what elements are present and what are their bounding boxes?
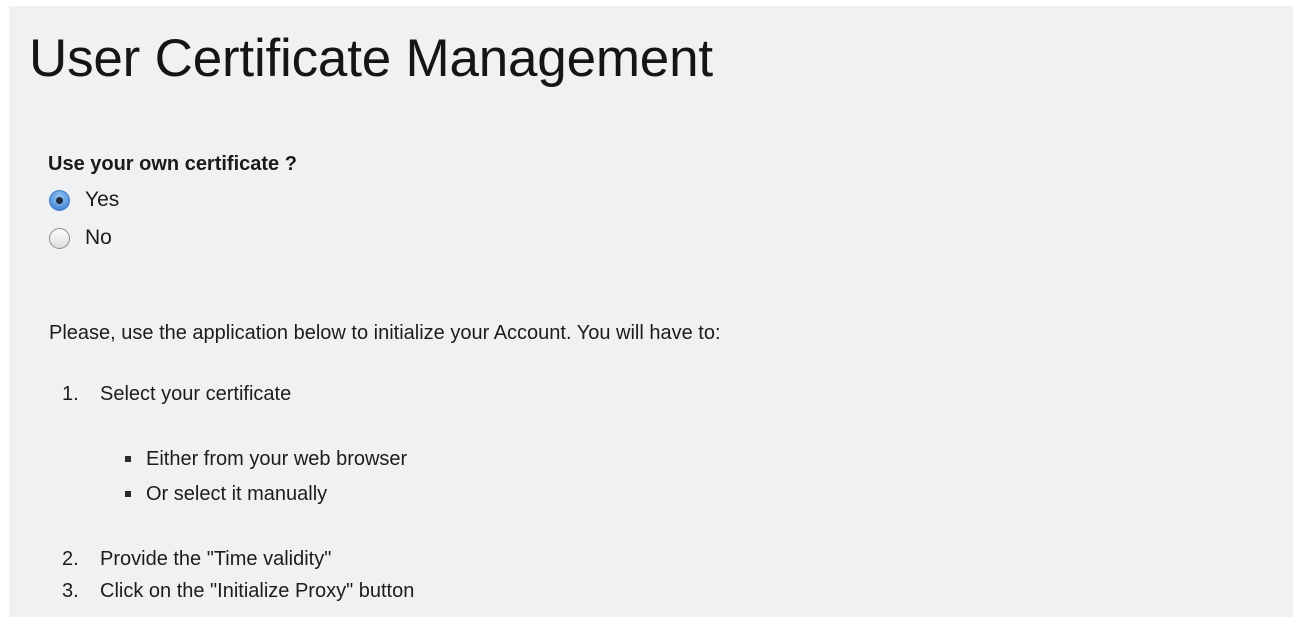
instructions-intro: Please, use the application below to ini… [49,322,721,344]
substep-text: Either from your web browser [146,448,408,470]
certificate-question-label: Use your own certificate ? [48,153,297,175]
step-text: Provide the "Time validity" [100,548,332,570]
radio-option-no[interactable]: No [49,224,112,252]
step-number: 1. [62,383,79,405]
page-title: User Certificate Management [29,29,713,88]
radio-button-no[interactable] [49,227,70,249]
certificate-management-panel: User Certificate Management Use your own… [9,6,1293,617]
radio-button-yes[interactable] [49,189,70,211]
bullet-icon [125,491,131,497]
step-number: 2. [62,548,79,570]
substep-item: Either from your web browser [125,447,407,471]
step-number: 3. [62,580,79,602]
substep-text: Or select it manually [146,483,328,505]
radio-label-no[interactable]: No [85,226,112,250]
radio-label-yes[interactable]: Yes [85,188,119,212]
radio-option-yes[interactable]: Yes [49,186,119,214]
step-text: Select your certificate [100,383,292,405]
step-text: Click on the "Initialize Proxy" button [100,580,415,602]
bullet-icon [125,456,131,462]
substep-item: Or select it manually [125,482,327,506]
